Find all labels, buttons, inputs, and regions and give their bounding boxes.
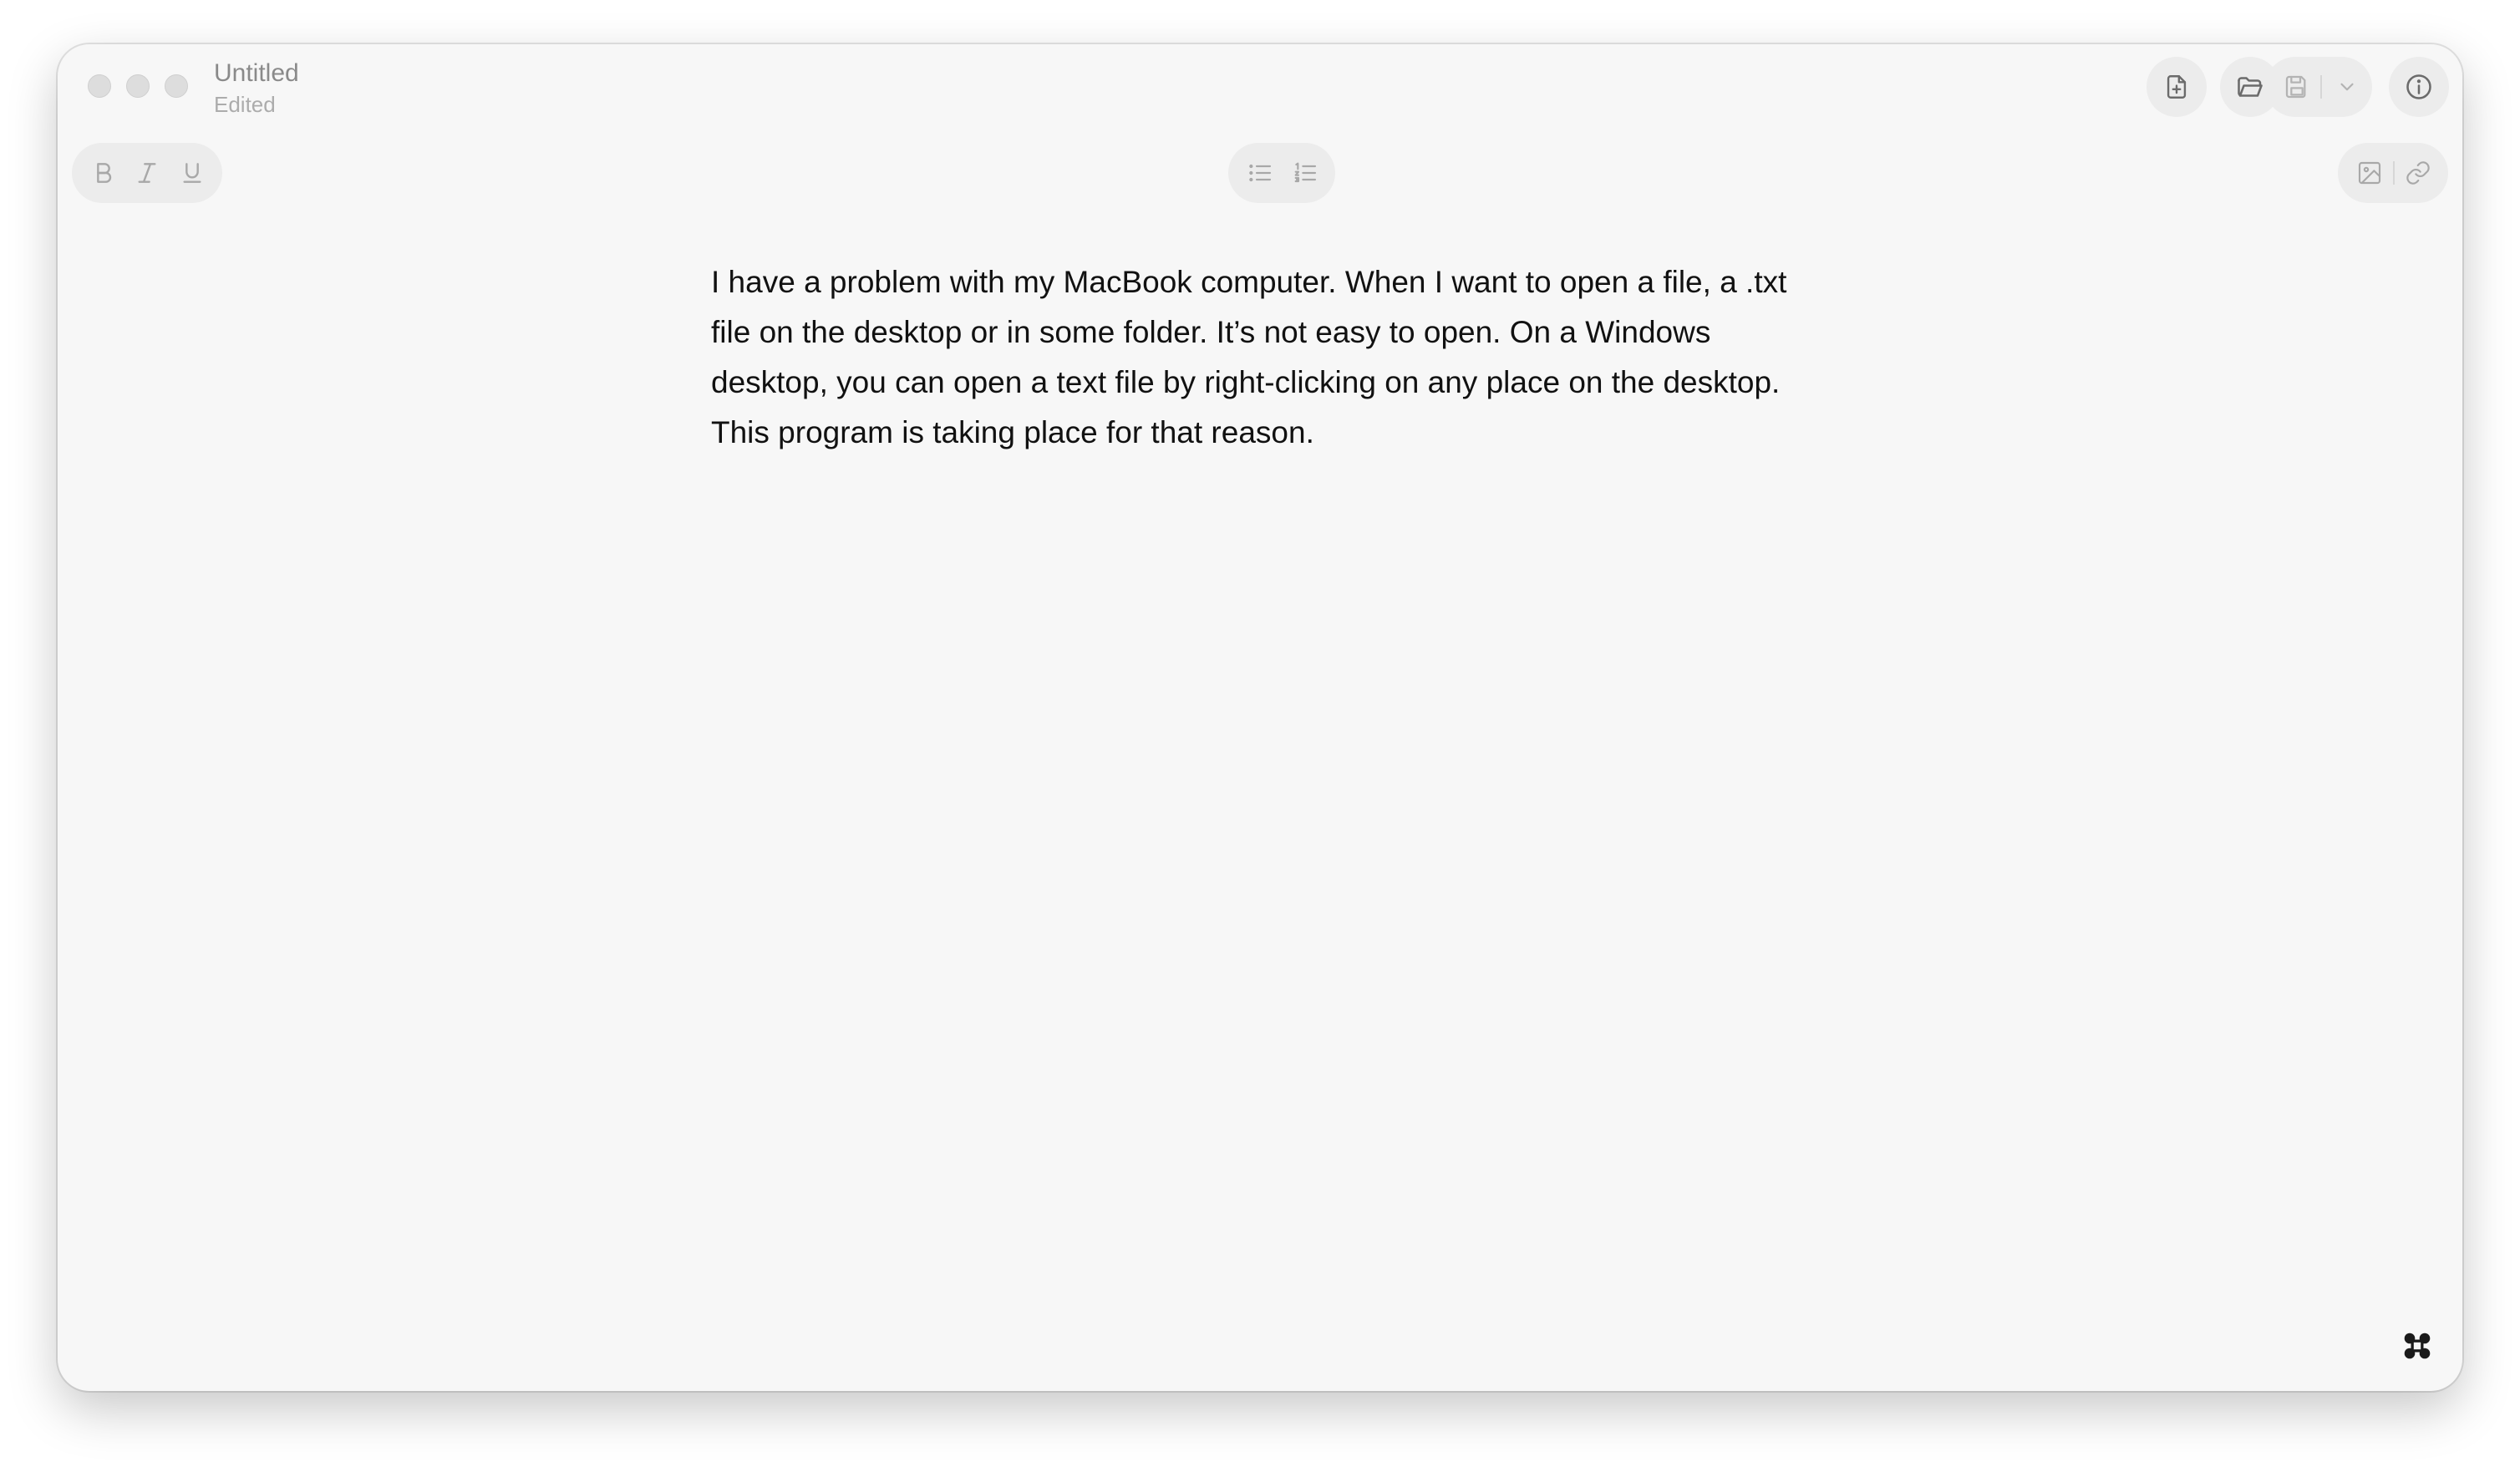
text-format-group — [72, 143, 222, 203]
command-key-button[interactable] — [2402, 1331, 2432, 1361]
open-folder-icon — [2235, 72, 2265, 102]
new-document-icon — [2162, 73, 2191, 101]
document-editor[interactable]: I have a problem with my MacBook compute… — [711, 257, 1831, 458]
numbered-list-icon — [1292, 160, 1318, 186]
chevron-down-icon — [2336, 76, 2358, 98]
save-options-button[interactable] — [2327, 67, 2367, 107]
zoom-window-button[interactable] — [165, 74, 188, 98]
italic-button[interactable] — [127, 153, 167, 193]
title-block: Untitled Edited — [214, 57, 299, 119]
bulleted-list-button[interactable] — [1240, 153, 1280, 193]
insert-link-icon — [2405, 160, 2431, 186]
insert-image-icon — [2356, 160, 2383, 186]
save-divider — [2320, 75, 2322, 99]
bold-icon — [90, 160, 117, 186]
app-window: Untitled Edited I have a problem with my… — [58, 44, 2462, 1391]
info-button[interactable] — [2389, 57, 2449, 117]
bulleted-list-icon — [1247, 160, 1273, 186]
save-icon — [2284, 74, 2310, 100]
insert-link-button[interactable] — [2398, 153, 2438, 193]
bold-button[interactable] — [84, 153, 124, 193]
insert-group — [2338, 143, 2448, 203]
document-status: Edited — [214, 92, 276, 117]
italic-icon — [134, 160, 160, 186]
save-group — [2265, 57, 2372, 117]
list-format-group — [1228, 143, 1335, 203]
insert-image-button[interactable] — [2350, 153, 2390, 193]
save-button[interactable] — [2277, 67, 2317, 107]
insert-divider — [2393, 161, 2395, 185]
command-key-icon — [2402, 1333, 2432, 1364]
info-icon — [2404, 72, 2434, 102]
new-document-button[interactable] — [2147, 57, 2207, 117]
minimize-window-button[interactable] — [126, 74, 150, 98]
underline-button[interactable] — [172, 153, 212, 193]
numbered-list-button[interactable] — [1285, 153, 1325, 193]
underline-icon — [179, 160, 206, 186]
close-window-button[interactable] — [88, 74, 111, 98]
window-title: Untitled — [214, 59, 299, 87]
